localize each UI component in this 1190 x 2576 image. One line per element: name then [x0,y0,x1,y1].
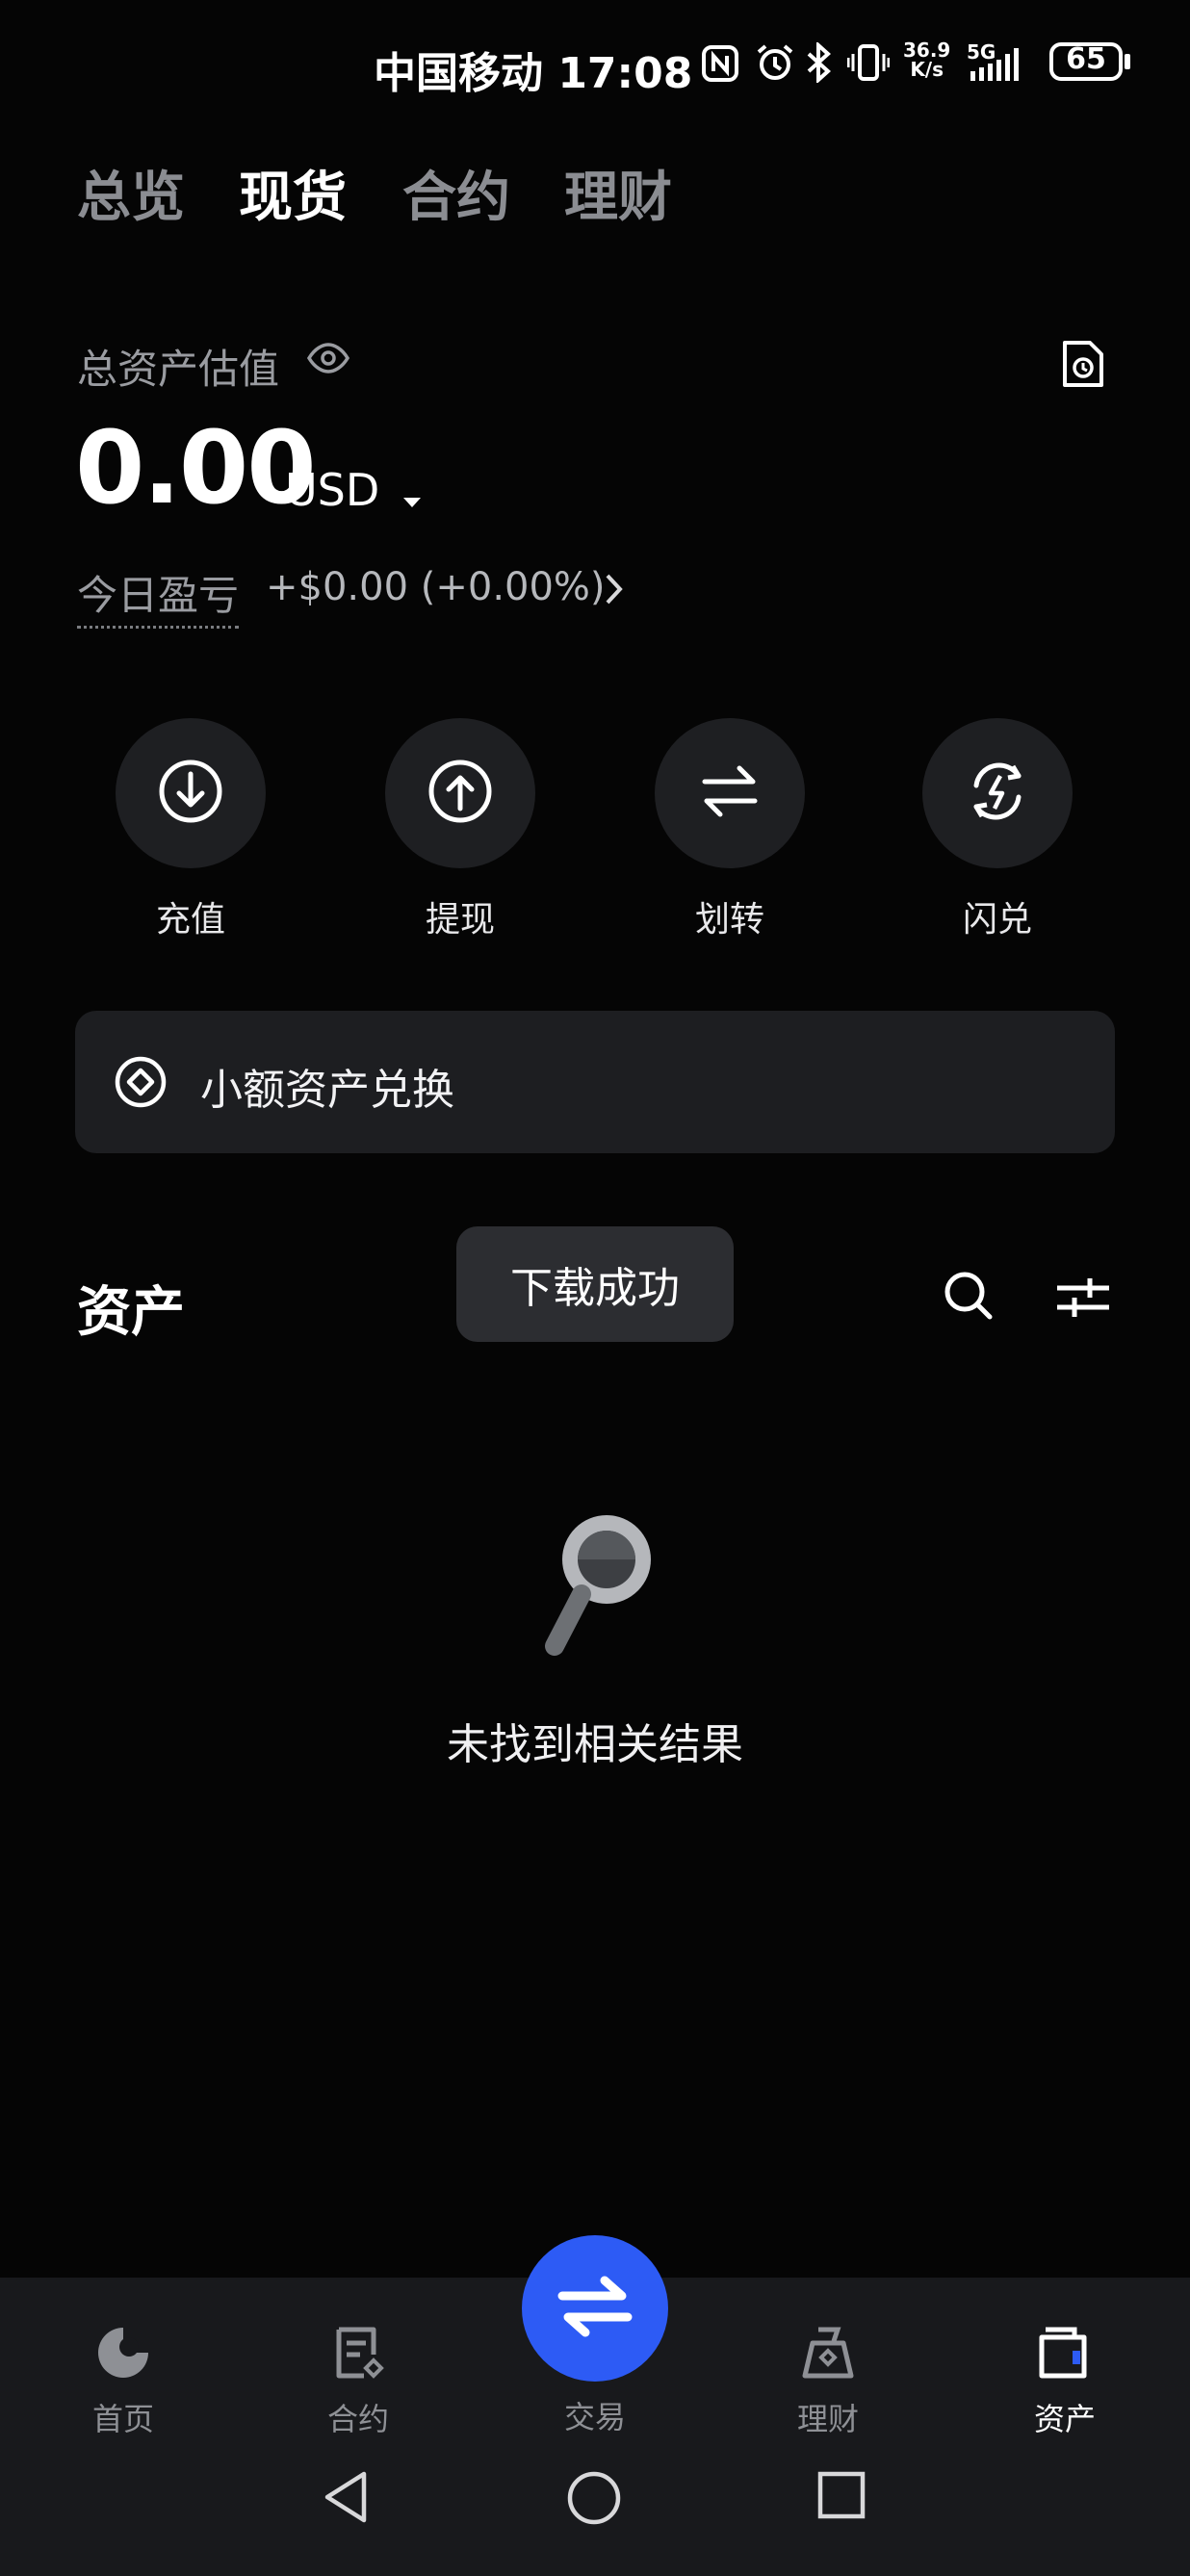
filter-icon[interactable] [1055,1273,1111,1327]
convert-diamond-icon [114,1055,168,1113]
assets-title: 资产 [77,1281,185,1344]
small-assets-convert-label: 小额资产兑换 [200,1066,454,1115]
withdraw-button[interactable] [385,718,535,868]
nav-futures[interactable]: 合约 [272,2324,445,2439]
total-assets-label: 总资产估值 [77,346,280,393]
tab-overview[interactable]: 总览 [77,154,185,232]
empty-search-icon [539,1502,664,1669]
flash-convert-icon [963,757,1032,830]
pnl-value[interactable]: +$0.00 (+0.00%) [266,565,606,609]
recents-icon[interactable] [816,2470,867,2524]
search-icon[interactable] [942,1269,996,1327]
tab-futures[interactable]: 合约 [402,154,510,232]
status-bar: 中国移动 17:08 36.9 K/s 5G 65 [0,0,1190,135]
withdraw-icon [426,757,495,830]
vibrate-icon [846,42,891,87]
pnl-label[interactable]: 今日盈亏 [77,563,240,629]
nav-home-label: 首页 [91,2401,154,2437]
bluetooth-icon [805,40,834,87]
signal-icon [967,44,1034,87]
nav-home[interactable]: 首页 [37,2324,210,2439]
nav-assets-label: 资产 [1033,2401,1096,2437]
chevron-right-icon[interactable] [603,572,626,610]
total-value: 0.00 [75,409,317,527]
nav-assets[interactable]: 资产 [978,2324,1151,2439]
transfer-label: 划转 [694,900,764,940]
caret-down-icon [401,468,423,520]
trade-swap-icon [556,2273,634,2344]
flash-convert-button[interactable] [922,718,1073,868]
bottom-nav: 首页 合约 交易 理财 资产 [0,2235,1190,2576]
empty-state-text: 未找到相关结果 [447,1720,743,1769]
withdraw-label: 提现 [425,900,495,940]
nav-trade-label[interactable]: 交易 [508,2393,682,2437]
transfer-button[interactable] [655,718,805,868]
back-icon[interactable] [322,2470,370,2528]
deposit-label: 充值 [155,900,225,940]
tab-earn[interactable]: 理财 [564,154,672,232]
trade-button[interactable] [522,2235,668,2382]
flash-convert-label: 闪兑 [962,900,1032,940]
battery-level: 65 [1066,42,1106,76]
tab-spot[interactable]: 现货 [239,154,347,232]
nav-futures-label: 合约 [326,2401,389,2437]
nav-earn[interactable]: 理财 [741,2324,915,2439]
home-icon [94,2328,152,2385]
earn-icon [799,2327,857,2385]
home-circle-icon[interactable] [566,2470,622,2530]
nav-earn-label: 理财 [796,2401,859,2437]
deposit-icon [156,757,225,830]
alarm-icon [755,42,795,87]
futures-icon [329,2327,387,2385]
history-icon[interactable] [1059,337,1107,395]
currency-selector[interactable]: USD [285,464,423,520]
toast-message: 下载成功 [456,1226,734,1342]
nfc-icon [701,44,739,87]
small-assets-convert-banner[interactable]: 小额资产兑换 [75,1011,1115,1153]
carrier-time: 中国移动 17:08 [374,49,693,98]
deposit-button[interactable] [116,718,266,868]
currency-label: USD [285,464,380,516]
wallet-icon [1036,2327,1094,2385]
net-speed: 36.9 K/s [903,39,951,81]
battery-tip [1125,54,1130,69]
transfer-icon [695,757,764,830]
eye-icon[interactable] [306,339,350,381]
